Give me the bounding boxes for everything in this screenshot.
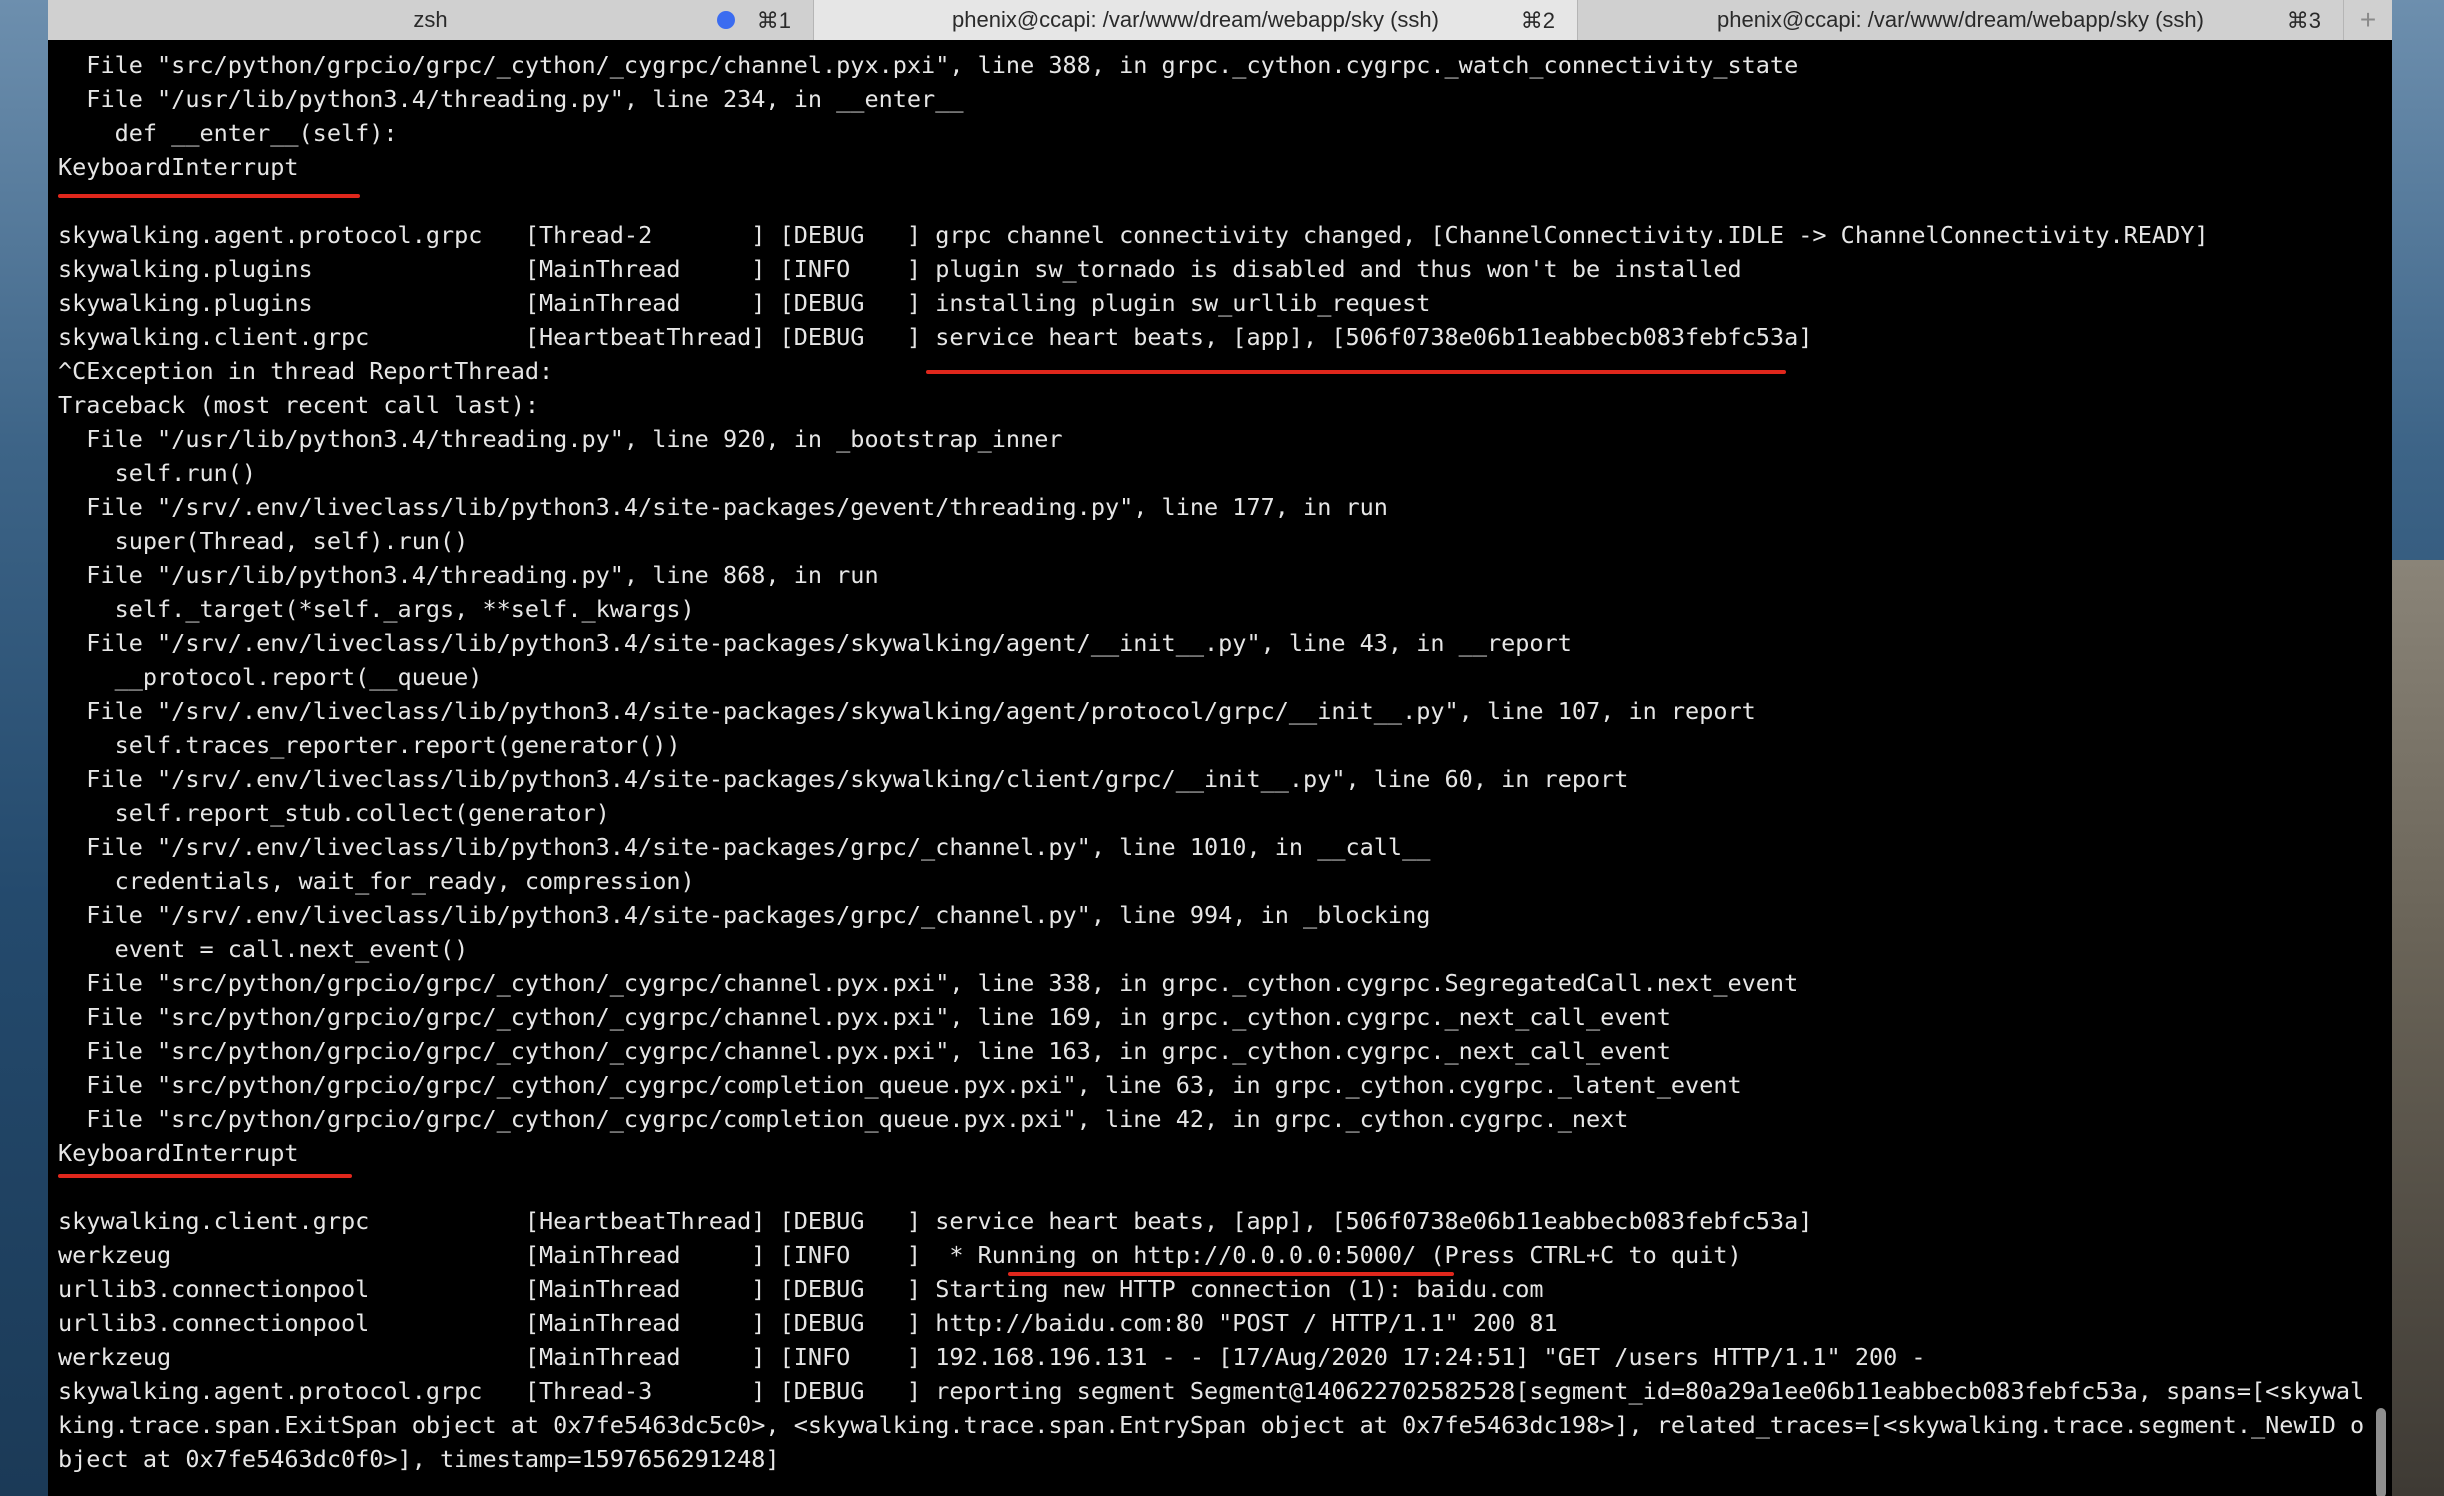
terminal-line: skywalking.client.grpc [HeartbeatThread]… <box>58 1207 1813 1235</box>
tab-label: phenix@ccapi: /var/www/dream/webapp/sky … <box>952 7 1439 32</box>
activity-dot-icon <box>717 11 735 29</box>
terminal-line: self._target(*self._args, **self._kwargs… <box>58 595 695 623</box>
tab-shortcut: ⌘1 <box>756 8 791 33</box>
tab-ssh-2[interactable]: phenix@ccapi: /var/www/dream/webapp/sky … <box>814 0 1578 40</box>
terminal-line: File "src/python/grpcio/grpc/_cython/_cy… <box>58 51 1799 79</box>
terminal-line: File "/srv/.env/liveclass/lib/python3.4/… <box>58 697 1756 725</box>
terminal-line: werkzeug [MainThread ] [INFO ] * Running… <box>58 1241 1742 1269</box>
terminal-line: File "/srv/.env/liveclass/lib/python3.4/… <box>58 629 1572 657</box>
terminal-line: KeyboardInterrupt <box>58 153 299 181</box>
tab-bar: zsh ⌘1 phenix@ccapi: /var/www/dream/weba… <box>48 0 2392 40</box>
annotation-underline <box>58 194 360 198</box>
terminal-line: credentials, wait_for_ready, compression… <box>58 867 695 895</box>
terminal-line: skywalking.agent.protocol.grpc [Thread-2… <box>58 221 2209 249</box>
terminal-line: self.run() <box>58 459 257 487</box>
terminal-line: File "/srv/.env/liveclass/lib/python3.4/… <box>58 493 1388 521</box>
terminal-line: File "/srv/.env/liveclass/lib/python3.4/… <box>58 901 1431 929</box>
annotation-underline <box>58 1174 352 1178</box>
terminal-line: Traceback (most recent call last): <box>58 391 540 419</box>
terminal-line: File "src/python/grpcio/grpc/_cython/_cy… <box>58 1003 1671 1031</box>
terminal-line: werkzeug [MainThread ] [INFO ] 192.168.1… <box>58 1343 1926 1371</box>
terminal-line: super(Thread, self).run() <box>58 527 469 555</box>
terminal-line: event = call.next_event() <box>58 935 469 963</box>
new-tab-button[interactable]: + <box>2344 0 2392 40</box>
terminal-line-wrapped: skywalking.agent.protocol.grpc [Thread-3… <box>58 1377 2365 1473</box>
tab-zsh[interactable]: zsh ⌘1 <box>48 0 814 40</box>
annotation-underline <box>926 370 1786 374</box>
terminal-line: File "src/python/grpcio/grpc/_cython/_cy… <box>58 1037 1671 1065</box>
terminal-text: File "src/python/grpcio/grpc/_cython/_cy… <box>58 48 2368 1476</box>
annotation-underline <box>1008 1272 1454 1276</box>
tab-shortcut: ⌘3 <box>2286 8 2321 33</box>
wallpaper-rock <box>2384 560 2444 1496</box>
tab-ssh-3[interactable]: phenix@ccapi: /var/www/dream/webapp/sky … <box>1578 0 2344 40</box>
terminal-line: File "src/python/grpcio/grpc/_cython/_cy… <box>58 1105 1629 1133</box>
terminal-line: self.traces_reporter.report(generator()) <box>58 731 681 759</box>
terminal-line: File "/usr/lib/python3.4/threading.py", … <box>58 561 879 589</box>
terminal-line: File "/srv/.env/liveclass/lib/python3.4/… <box>58 765 1629 793</box>
terminal-line: self.report_stub.collect(generator) <box>58 799 610 827</box>
terminal-line: __protocol.report(__queue) <box>58 663 483 691</box>
desktop-background: zsh ⌘1 phenix@ccapi: /var/www/dream/weba… <box>0 0 2444 1496</box>
terminal-line: File "/srv/.env/liveclass/lib/python3.4/… <box>58 833 1431 861</box>
tab-label: phenix@ccapi: /var/www/dream/webapp/sky … <box>1717 7 2204 32</box>
terminal-line: skywalking.client.grpc [HeartbeatThread]… <box>58 323 1813 351</box>
terminal-line: File "/usr/lib/python3.4/threading.py", … <box>58 85 964 113</box>
terminal-line: urllib3.connectionpool [MainThread ] [DE… <box>58 1275 1544 1303</box>
tab-label: zsh <box>413 7 448 32</box>
scrollbar-thumb[interactable] <box>2376 1408 2386 1496</box>
terminal-line: File "src/python/grpcio/grpc/_cython/_cy… <box>58 1071 1742 1099</box>
terminal-line: File "src/python/grpcio/grpc/_cython/_cy… <box>58 969 1799 997</box>
terminal-line: urllib3.connectionpool [MainThread ] [DE… <box>58 1309 1558 1337</box>
terminal-window: zsh ⌘1 phenix@ccapi: /var/www/dream/weba… <box>48 0 2392 1496</box>
terminal-line: def __enter__(self): <box>58 119 398 147</box>
terminal-line: KeyboardInterrupt <box>58 1139 299 1167</box>
terminal-line: skywalking.plugins [MainThread ] [INFO ]… <box>58 255 1742 283</box>
terminal-output[interactable]: File "src/python/grpcio/grpc/_cython/_cy… <box>48 40 2392 1496</box>
terminal-line: File "/usr/lib/python3.4/threading.py", … <box>58 425 1063 453</box>
tab-shortcut: ⌘2 <box>1520 8 1555 33</box>
terminal-line: skywalking.plugins [MainThread ] [DEBUG … <box>58 289 1431 317</box>
